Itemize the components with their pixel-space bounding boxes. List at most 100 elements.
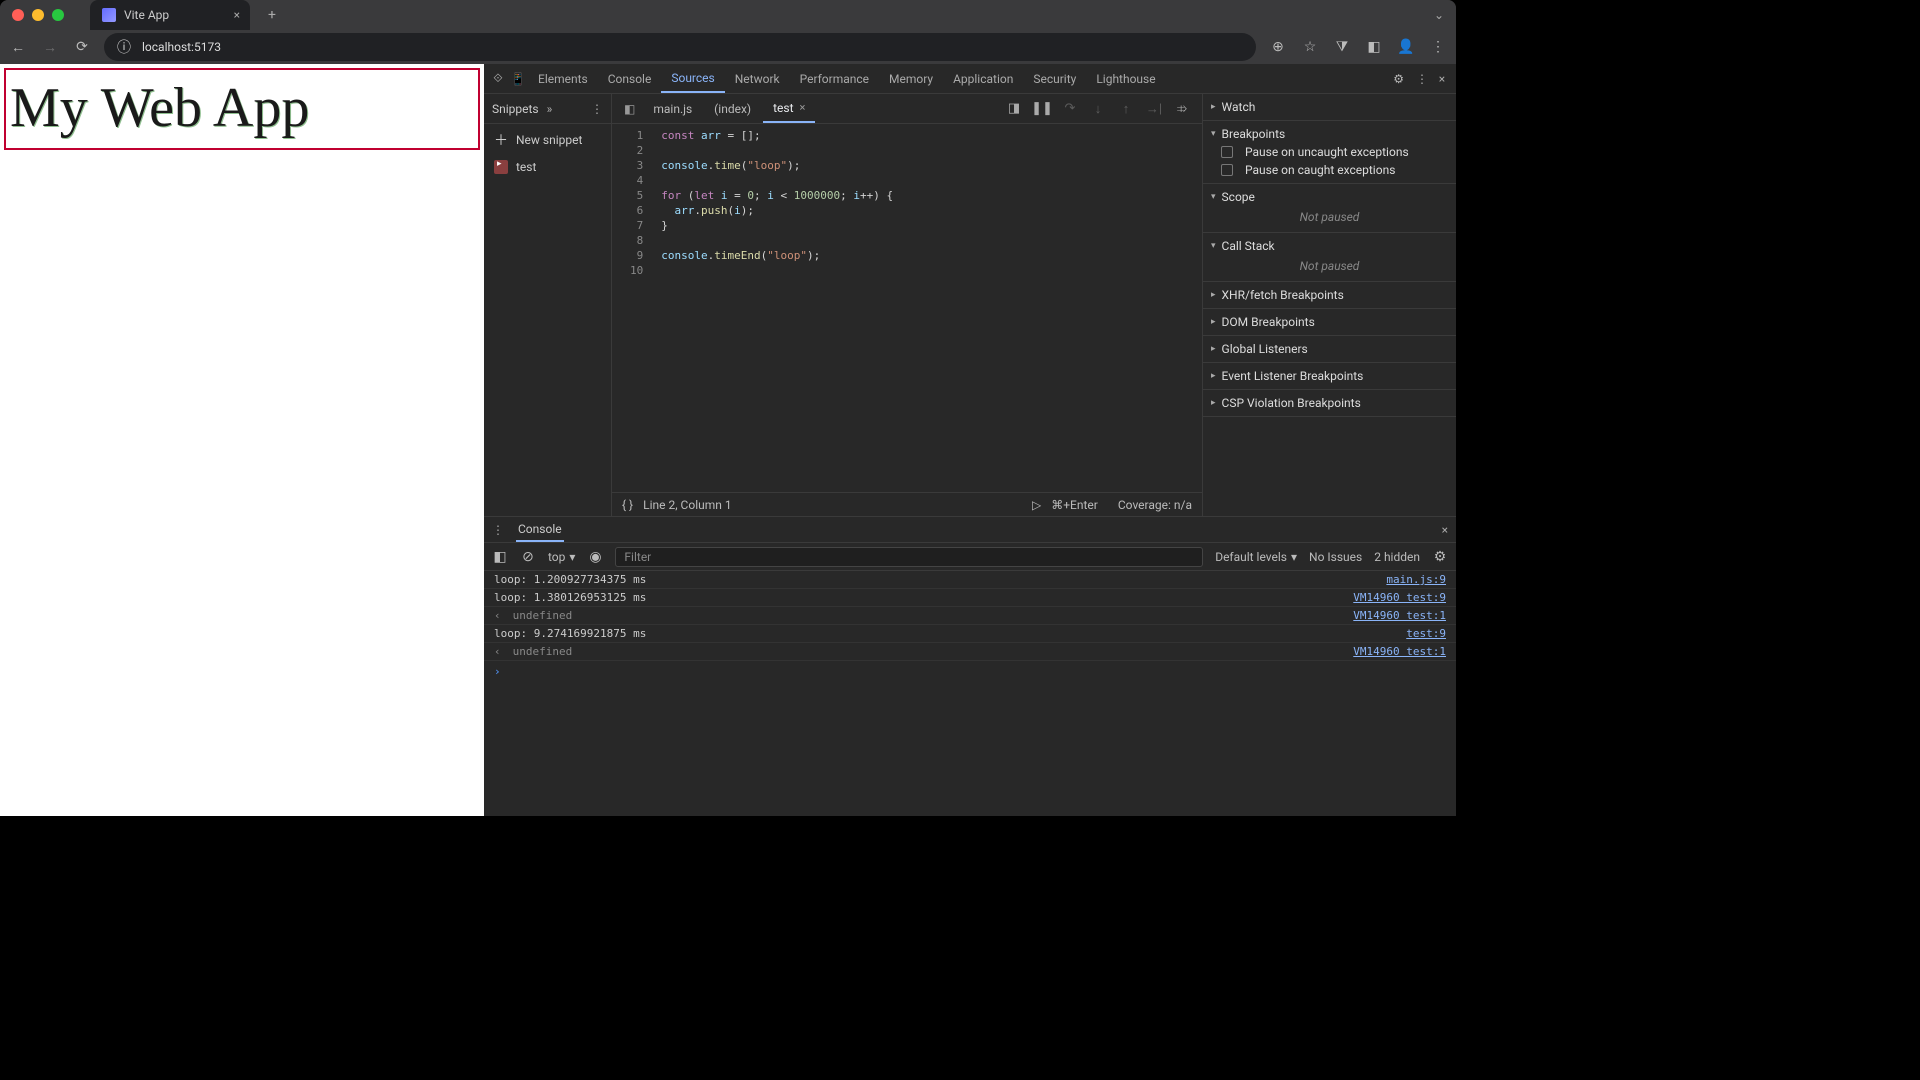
sidebar-tab-snippets[interactable]: Snippets xyxy=(492,102,539,116)
return-arrow-icon: ‹ xyxy=(494,645,501,658)
reload-button[interactable]: ⟳ xyxy=(74,39,90,55)
log-message: loop: 1.380126953125 ms xyxy=(494,591,1353,604)
minimize-window-button[interactable] xyxy=(32,9,44,21)
bookmark-icon[interactable]: ☆ xyxy=(1302,39,1318,55)
webpage-viewport: My Web App xyxy=(0,64,484,816)
clear-console-icon[interactable]: ⊘ xyxy=(520,549,536,565)
vite-favicon-icon xyxy=(102,8,116,22)
browser-menu-icon[interactable]: ⋮ xyxy=(1430,39,1446,55)
inspect-element-icon[interactable]: ⟐ xyxy=(488,71,508,86)
tabs-dropdown-icon[interactable]: ⌄ xyxy=(1434,8,1444,22)
tab-console[interactable]: Console xyxy=(598,64,662,93)
toolbar: ← → ⟳ ⓘ localhost:5173 ⊕ ☆ ⧩ ◧ 👤 ⋮ xyxy=(0,30,1456,64)
code-editor[interactable]: 12345678910 const arr = []; console.time… xyxy=(612,124,1202,492)
toggle-navigator-icon[interactable]: ◧ xyxy=(618,102,641,116)
scope-section[interactable]: ▾Scope xyxy=(1211,188,1448,206)
devtools-close-icon[interactable]: × xyxy=(1432,72,1452,86)
log-source-link[interactable]: test:9 xyxy=(1406,627,1446,640)
callstack-not-paused: Not paused xyxy=(1211,255,1448,277)
tab-performance[interactable]: Performance xyxy=(790,64,879,93)
editor-tab-test[interactable]: test× xyxy=(763,94,815,123)
close-tab-icon[interactable]: × xyxy=(234,8,240,22)
log-levels-selector[interactable]: Default levels▾ xyxy=(1215,550,1297,564)
step-out-icon[interactable]: ↑ xyxy=(1118,101,1134,117)
editor-tab-index[interactable]: (index) xyxy=(704,94,761,123)
zoom-icon[interactable]: ⊕ xyxy=(1270,39,1286,55)
editor-tab-mainjs[interactable]: main.js xyxy=(643,94,702,123)
tab-sources[interactable]: Sources xyxy=(661,64,724,93)
snippet-file-test[interactable]: test xyxy=(484,156,611,178)
console-settings-icon[interactable]: ⚙ xyxy=(1432,549,1448,565)
close-drawer-icon[interactable]: × xyxy=(1442,523,1448,537)
debugger-panel: ▸Watch ▾Breakpoints Pause on uncaught ex… xyxy=(1202,94,1456,516)
hidden-count[interactable]: 2 hidden xyxy=(1374,550,1420,564)
step-into-icon[interactable]: ↓ xyxy=(1090,101,1106,117)
extensions-icon[interactable]: ⧩ xyxy=(1334,39,1350,55)
tab-application[interactable]: Application xyxy=(943,64,1023,93)
plus-icon: ＋ xyxy=(494,130,508,150)
tab-network[interactable]: Network xyxy=(725,64,790,93)
close-window-button[interactable] xyxy=(12,9,24,21)
site-info-icon[interactable]: ⓘ xyxy=(116,39,132,55)
drawer-menu-icon[interactable]: ⋮ xyxy=(492,523,504,537)
new-tab-button[interactable]: + xyxy=(268,7,276,23)
console-filter-input[interactable]: Filter xyxy=(615,547,1203,567)
drawer-tab-console[interactable]: Console xyxy=(516,517,564,542)
pause-caught-checkbox[interactable]: Pause on caught exceptions xyxy=(1211,161,1448,179)
csp-breakpoints-section[interactable]: ▸CSP Violation Breakpoints xyxy=(1211,394,1448,412)
pretty-print-icon[interactable]: { } xyxy=(622,498,633,512)
tab-memory[interactable]: Memory xyxy=(879,64,943,93)
editor-statusbar: { } Line 2, Column 1 ▷ ⌘+Enter Coverage:… xyxy=(612,492,1202,516)
event-listener-breakpoints-section[interactable]: ▸Event Listener Breakpoints xyxy=(1211,367,1448,385)
tab-lighthouse[interactable]: Lighthouse xyxy=(1086,64,1165,93)
console-prompt[interactable]: › xyxy=(484,661,1456,682)
xhr-breakpoints-section[interactable]: ▸XHR/fetch Breakpoints xyxy=(1211,286,1448,304)
console-log-row: ‹undefinedVM14960 test:1 xyxy=(484,607,1456,625)
callstack-section[interactable]: ▾Call Stack xyxy=(1211,237,1448,255)
context-selector[interactable]: top▾ xyxy=(548,550,575,564)
forward-button[interactable]: → xyxy=(42,39,58,55)
sidebar-menu-icon[interactable]: ⋮ xyxy=(591,102,603,116)
close-editor-tab-icon[interactable]: × xyxy=(800,101,806,114)
devtools-settings-icon[interactable]: ⚙ xyxy=(1385,72,1412,86)
sources-sidebar: Snippets » ⋮ ＋ New snippet test xyxy=(484,94,612,516)
new-snippet-button[interactable]: ＋ New snippet xyxy=(484,124,611,156)
live-expression-icon[interactable]: ◉ xyxy=(587,549,603,565)
log-source-link[interactable]: VM14960 test:1 xyxy=(1353,645,1446,658)
run-snippet-icon[interactable]: ▷ xyxy=(1032,498,1041,512)
side-panel-icon[interactable]: ◧ xyxy=(1366,39,1382,55)
run-shortcut: ⌘+Enter xyxy=(1051,498,1098,512)
profile-icon[interactable]: 👤 xyxy=(1398,39,1414,55)
return-arrow-icon: ‹ xyxy=(494,609,501,622)
log-source-link[interactable]: main.js:9 xyxy=(1386,573,1446,586)
step-over-icon[interactable]: ↷ xyxy=(1062,101,1078,117)
log-source-link[interactable]: VM14960 test:1 xyxy=(1353,609,1446,622)
pause-uncaught-checkbox[interactable]: Pause on uncaught exceptions xyxy=(1211,143,1448,161)
console-drawer: ⋮ Console × ◧ ⊘ top▾ ◉ Filter Default le… xyxy=(484,516,1456,816)
snippet-file-name: test xyxy=(516,160,536,174)
log-source-link[interactable]: VM14960 test:9 xyxy=(1353,591,1446,604)
dom-breakpoints-section[interactable]: ▸DOM Breakpoints xyxy=(1211,313,1448,331)
breakpoints-section[interactable]: ▾Breakpoints xyxy=(1211,125,1448,143)
tab-elements[interactable]: Elements xyxy=(528,64,598,93)
page-heading: My Web App xyxy=(10,76,474,140)
devtools-menu-icon[interactable]: ⋮ xyxy=(1412,72,1432,86)
address-bar[interactable]: ⓘ localhost:5173 xyxy=(104,33,1256,61)
pause-script-icon[interactable]: ❚❚ xyxy=(1034,101,1050,117)
step-icon[interactable]: →| xyxy=(1146,101,1162,117)
console-log-row: loop: 9.274169921875 mstest:9 xyxy=(484,625,1456,643)
code-area[interactable]: const arr = []; console.time("loop"); fo… xyxy=(653,124,901,492)
zoom-window-button[interactable] xyxy=(52,9,64,21)
toggle-debugger-icon[interactable]: ◨ xyxy=(1006,101,1022,117)
watch-section[interactable]: ▸Watch xyxy=(1211,98,1448,116)
console-sidebar-toggle-icon[interactable]: ◧ xyxy=(492,549,508,565)
issues-label[interactable]: No Issues xyxy=(1309,550,1362,564)
device-toggle-icon[interactable]: 📱 xyxy=(508,72,528,86)
log-message: loop: 1.200927734375 ms xyxy=(494,573,1386,586)
global-listeners-section[interactable]: ▸Global Listeners xyxy=(1211,340,1448,358)
back-button[interactable]: ← xyxy=(10,39,26,55)
deactivate-breakpoints-icon[interactable]: ⤃ xyxy=(1174,101,1190,117)
tab-security[interactable]: Security xyxy=(1023,64,1086,93)
sidebar-more-tabs-icon[interactable]: » xyxy=(547,102,553,116)
browser-tab[interactable]: Vite App × xyxy=(90,0,250,30)
